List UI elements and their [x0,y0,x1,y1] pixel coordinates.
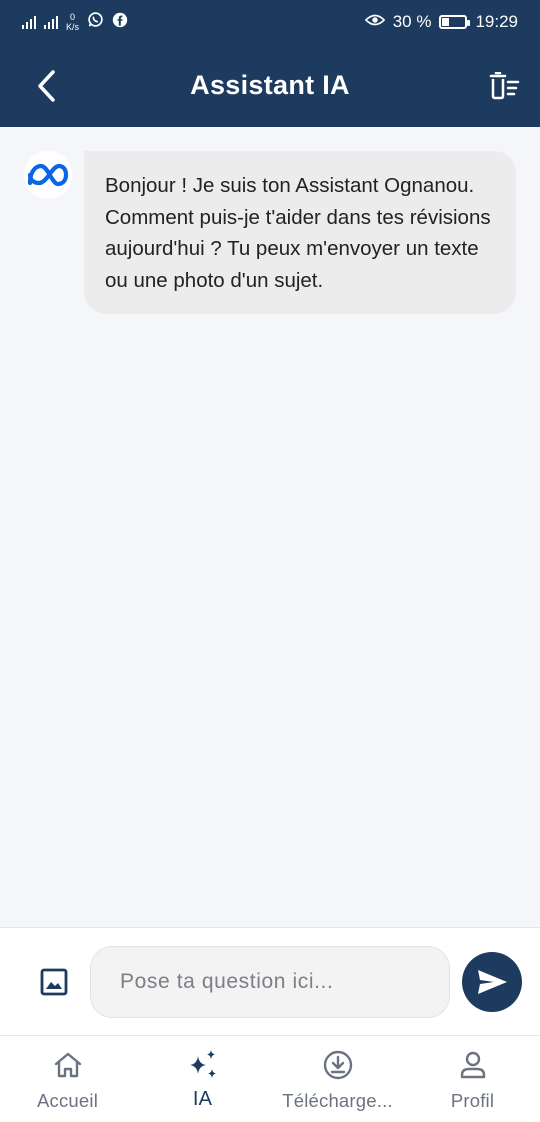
bottom-nav: Accueil IA Télécharge... Profil [0,1035,540,1122]
battery-fill [442,18,450,26]
meta-logo-icon [27,163,69,187]
facebook-icon [112,12,128,33]
nav-label: Profil [450,1090,495,1111]
back-button[interactable] [26,66,66,106]
network-speed-unit: K/s [66,22,80,32]
clear-chat-button[interactable] [486,68,522,104]
nav-label: Télécharge... [282,1090,393,1111]
battery-icon [439,15,471,29]
message-composer [0,927,540,1035]
eye-icon [364,12,385,32]
clock: 19:29 [475,12,518,31]
attach-image-button[interactable] [36,964,72,1000]
assistant-message: Bonjour ! Je suis ton Assistant Ognanou.… [84,151,516,314]
image-icon [40,968,68,996]
person-icon [456,1048,490,1082]
app-header: Assistant IA [0,44,540,127]
page-title: Assistant IA [190,70,350,100]
download-icon [321,1048,355,1082]
status-bar-left: 0 K/s [22,11,128,33]
signal-strength-icon [44,15,58,29]
nav-item-profil[interactable]: Profil [405,1036,540,1122]
status-bar-right: 30 % 19:29 [364,12,518,32]
network-speed-value: 0 [70,12,76,22]
sparkles-icon [186,1048,220,1082]
chevron-left-icon [38,70,55,102]
send-icon [478,970,507,994]
battery-percent: 30 % [392,12,432,31]
chat-area[interactable]: Bonjour ! Je suis ton Assistant Ognanou.… [0,127,540,927]
nav-item-ia[interactable]: IA [135,1036,270,1122]
send-button[interactable] [462,952,522,1012]
whatsapp-icon [87,11,104,33]
network-speed: 0 K/s [66,12,79,32]
question-input[interactable] [90,946,450,1018]
status-bar: 0 K/s 30 % 19:29 [0,0,540,44]
nav-item-telechargements[interactable]: Télécharge... [270,1036,405,1122]
nav-label: Accueil [36,1090,99,1111]
delete-sweep-icon [489,72,520,100]
screen: 0 K/s 30 % 19:29 Assistant IA Bonjour ! … [0,0,540,1122]
nav-item-accueil[interactable]: Accueil [0,1036,135,1122]
assistant-avatar [24,151,72,199]
signal-strength-icon [22,15,36,29]
nav-label: IA [192,1088,213,1110]
home-icon [51,1048,85,1082]
